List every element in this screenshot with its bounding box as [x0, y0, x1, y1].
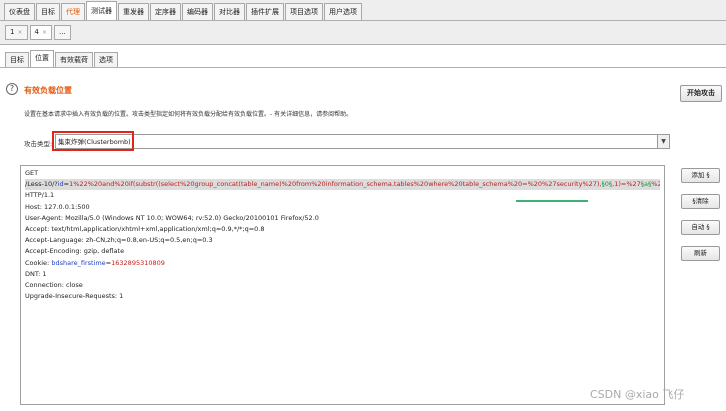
- header-line: DNT: 1: [25, 269, 47, 278]
- cookie-name: bdshare_firstime: [51, 258, 106, 267]
- cookie-line: Cookie: bdshare_firstime=1632895310809: [25, 258, 660, 269]
- payload-marker-1: §0§: [601, 180, 613, 189]
- new-tab-button[interactable]: ...: [54, 25, 71, 40]
- close-icon[interactable]: ×: [17, 26, 22, 39]
- param-value: 1%22%20and%20if(substr((select%20group_c…: [69, 180, 602, 189]
- refresh-button[interactable]: 刷新: [681, 246, 720, 261]
- watermark: CSDN @xiao 飞仔: [590, 388, 685, 401]
- param-value-tail: %27,sleep(5),1)%20%23: [651, 180, 660, 189]
- tab-proxy[interactable]: 代理: [61, 3, 85, 20]
- header-line: User-Agent: Mozilla/5.0 (Windows NT 10.0…: [25, 213, 319, 222]
- main-tab-bar: 仪表盘 目标 代理 测试器 重发器 定序器 编码器 对比器 插件扩展 项目选项 …: [0, 0, 726, 21]
- start-attack-button[interactable]: 开始攻击: [680, 85, 722, 102]
- attack-tab-label: 4: [34, 28, 39, 36]
- tab-user-options[interactable]: 用户选项: [324, 3, 362, 20]
- attack-type-select[interactable]: 集束炸弹(Clusterbomb) ▼: [55, 134, 670, 149]
- header-line: Connection: close: [25, 281, 83, 290]
- tab-comparer[interactable]: 对比器: [214, 3, 245, 20]
- add-marker-button[interactable]: 添加 §: [681, 168, 720, 183]
- marker-underline: [516, 200, 588, 202]
- tab-project-options[interactable]: 项目选项: [285, 3, 323, 20]
- intruder-subtab-bar: 目标 位置 有效载荷 选项: [0, 50, 726, 68]
- section-description: 设置在基本请求中插入有效负载的位置。攻击类型指定如何将有效负载分配给有效负载位置…: [24, 111, 353, 118]
- attack-tab-4[interactable]: 4 ×: [29, 25, 52, 40]
- tab-extender[interactable]: 插件扩展: [246, 3, 284, 20]
- auto-marker-button[interactable]: 自动 §: [681, 220, 720, 235]
- request-line: /Less-10/?id=1%22%20and%20if(substr((sel…: [25, 179, 660, 191]
- tab-dashboard[interactable]: 仪表盘: [4, 3, 35, 20]
- attack-tab-label: 1: [10, 28, 15, 36]
- highlight-box: [52, 131, 134, 151]
- close-icon[interactable]: ×: [42, 26, 47, 39]
- tab-repeater[interactable]: 重发器: [118, 3, 149, 20]
- section-title: 有效负载位置: [24, 86, 72, 95]
- attack-type-label: 攻击类型:: [24, 140, 53, 148]
- subtab-positions[interactable]: 位置: [30, 50, 54, 67]
- attack-tab-bar: 1 × 4 × ...: [0, 21, 726, 45]
- request-method: GET: [25, 169, 39, 177]
- help-icon[interactable]: ?: [6, 83, 18, 95]
- tab-intruder[interactable]: 测试器: [86, 1, 117, 20]
- cookie-label: Cookie:: [25, 258, 52, 267]
- header-line: Accept-Encoding: gzip, deflate: [25, 247, 125, 256]
- subtab-target[interactable]: 目标: [5, 52, 29, 67]
- tab-target[interactable]: 目标: [36, 3, 60, 20]
- payload-marker-2: §a§: [640, 180, 652, 189]
- header-line: Accept: text/html,application/xhtml+xml,…: [25, 225, 265, 234]
- param-value-mid: ,1)=%27: [612, 180, 641, 189]
- tab-decoder[interactable]: 编码器: [182, 3, 213, 20]
- attack-tab-1[interactable]: 1 ×: [5, 25, 28, 40]
- clear-markers-button[interactable]: §清除: [681, 194, 720, 209]
- path-prefix: /Less-10/?: [25, 180, 58, 189]
- chevron-down-icon[interactable]: ▼: [657, 135, 669, 148]
- header-line: Upgrade-Insecure-Requests: 1: [25, 292, 124, 301]
- header-line: Accept-Language: zh-CN,zh;q=0.8,en-US;q=…: [25, 236, 213, 245]
- subtab-payloads[interactable]: 有效载荷: [55, 52, 93, 67]
- cookie-value: 1632895310809: [111, 258, 165, 267]
- tab-sequencer[interactable]: 定序器: [150, 3, 181, 20]
- subtab-options[interactable]: 选项: [94, 52, 118, 67]
- more-label: ...: [59, 28, 66, 36]
- header-line: Host: 127.0.0.1:500: [25, 202, 90, 211]
